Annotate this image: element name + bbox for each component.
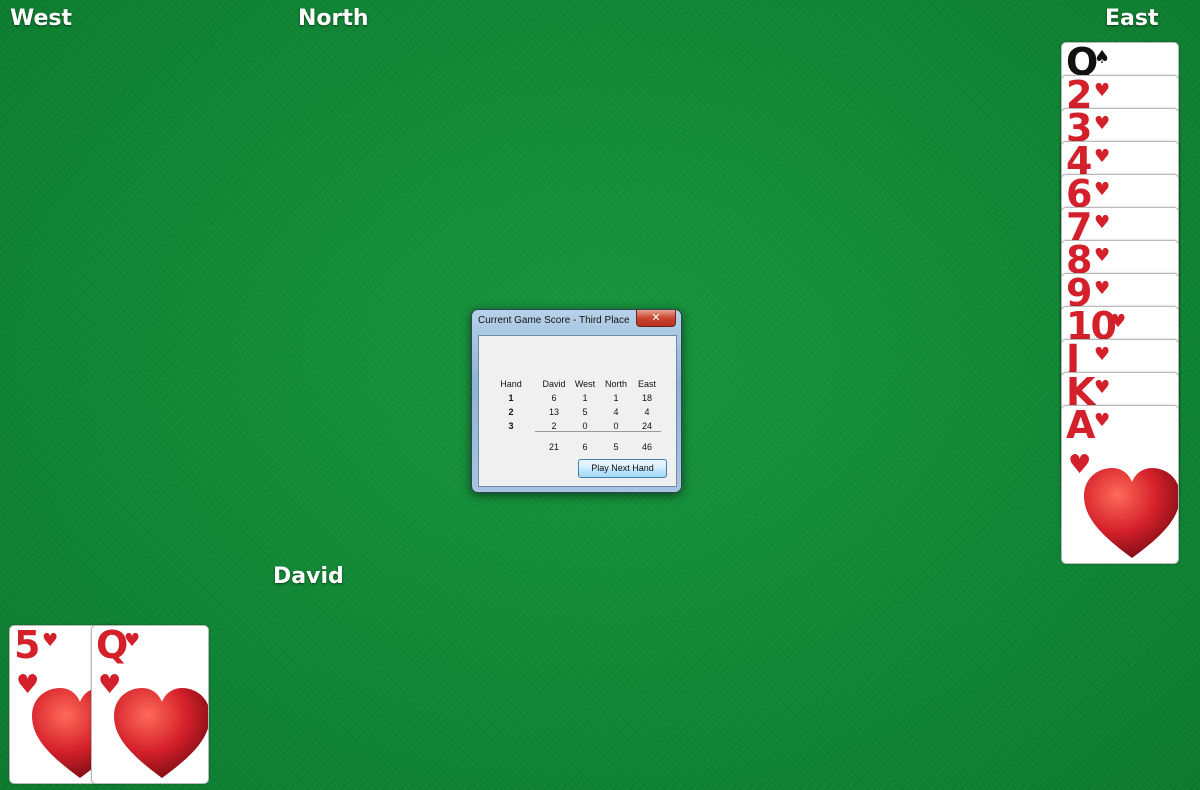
heart-icon: ♥ <box>1094 179 1111 200</box>
card-rank: 5 <box>14 625 40 667</box>
heart-icon: ♥ <box>1094 344 1111 365</box>
card-rank: Q <box>96 625 128 667</box>
heart-icon: ♥ <box>1094 146 1111 167</box>
spade-icon: ♠ <box>1094 47 1111 68</box>
score-dialog: Current Game Score - Third Place ✕ Hand … <box>471 309 682 493</box>
heart-icon: ♥ <box>124 630 141 651</box>
header-east: East <box>637 379 656 389</box>
player-name-west: West <box>10 6 73 31</box>
row-hand-number: 2 <box>508 407 514 417</box>
player-name-david: David <box>273 564 344 589</box>
total-east: 46 <box>641 442 652 452</box>
heart-icon: ♥ <box>1094 80 1111 101</box>
heart-art-icon <box>1082 466 1178 561</box>
heart-icon: ♥ <box>1110 311 1127 332</box>
row-hand-number: 3 <box>508 421 514 431</box>
card-rank: A <box>1066 405 1095 447</box>
heart-icon: ♥ <box>1094 245 1111 266</box>
totals-divider <box>535 431 661 432</box>
playing-card[interactable]: Q ♥ ♥ <box>91 625 209 784</box>
heart-art-icon <box>112 686 208 781</box>
play-next-hand-button[interactable]: Play Next Hand <box>578 459 667 478</box>
dialog-title: Current Game Score - Third Place <box>478 315 630 326</box>
header-hand: Hand <box>500 379 522 389</box>
score-table: Hand David West North East 1 6 1 1 18 2 … <box>478 335 677 487</box>
row-hand-number: 1 <box>508 393 514 403</box>
player-name-east: East <box>1105 6 1159 31</box>
heart-icon: ♥ <box>1094 113 1111 134</box>
heart-icon: ♥ <box>1094 377 1111 398</box>
player-name-north: North <box>298 6 369 31</box>
heart-icon: ♥ <box>1094 212 1111 233</box>
heart-icon: ♥ <box>42 630 59 651</box>
heart-icon: ♥ <box>1094 278 1111 299</box>
close-button[interactable]: ✕ <box>636 310 676 327</box>
playing-card[interactable]: A ♥ ♥ <box>1061 405 1179 564</box>
score-cell: 24 <box>641 421 652 431</box>
close-icon: ✕ <box>651 311 661 324</box>
score-cell: 4 <box>644 407 650 417</box>
score-cell: 18 <box>641 393 652 403</box>
heart-icon: ♥ <box>1094 410 1111 431</box>
